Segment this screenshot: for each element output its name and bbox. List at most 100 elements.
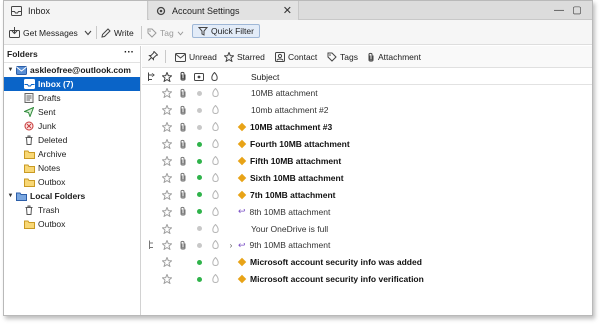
star-icon[interactable] bbox=[161, 237, 173, 254]
message-row[interactable]: 7th 10MB attachment bbox=[142, 186, 592, 203]
junk-status-icon[interactable] bbox=[210, 203, 220, 220]
get-messages-button[interactable]: Get Messages bbox=[9, 24, 78, 41]
thread-column-icon[interactable] bbox=[147, 70, 156, 83]
junk-status-icon[interactable] bbox=[210, 271, 220, 288]
junk-status-icon[interactable] bbox=[210, 119, 220, 136]
message-row[interactable]: Fifth 10MB attachment bbox=[142, 153, 592, 170]
account-row[interactable]: ▼ askleofree@outlook.com bbox=[4, 63, 140, 77]
message-row[interactable]: Your OneDrive is full bbox=[142, 220, 592, 237]
read-status-dot[interactable] bbox=[194, 271, 204, 288]
minimize-icon[interactable]: — bbox=[552, 1, 566, 20]
junk-status-icon[interactable] bbox=[210, 169, 220, 186]
read-status-dot[interactable] bbox=[194, 237, 204, 254]
tab-inbox[interactable]: Inbox bbox=[4, 1, 148, 20]
get-messages-dropdown[interactable] bbox=[84, 24, 92, 41]
message-row[interactable]: Microsoft account security info was adde… bbox=[142, 254, 592, 271]
read-status-dot[interactable] bbox=[194, 153, 204, 170]
star-icon[interactable] bbox=[161, 153, 173, 170]
star-icon[interactable] bbox=[161, 203, 173, 220]
thunderbird-window: Inbox Account Settings ✕ — ▢ Get Message… bbox=[3, 0, 593, 316]
message-row[interactable]: Microsoft account security info verifica… bbox=[142, 271, 592, 288]
read-status-dot[interactable] bbox=[194, 254, 204, 271]
read-status-dot[interactable] bbox=[194, 136, 204, 153]
read-status-dot[interactable] bbox=[194, 203, 204, 220]
star-icon[interactable] bbox=[161, 271, 173, 288]
junk-status-icon[interactable] bbox=[210, 186, 220, 203]
expand-thread-icon[interactable]: › bbox=[227, 237, 235, 254]
junk-status-icon[interactable] bbox=[210, 85, 220, 102]
tab-account-settings[interactable]: Account Settings ✕ bbox=[149, 1, 299, 20]
unread-diamond-icon bbox=[237, 258, 247, 267]
folder-item-notes[interactable]: Notes bbox=[4, 161, 140, 175]
message-row[interactable]: Fourth 10MB attachment bbox=[142, 136, 592, 153]
folder-item-outbox[interactable]: Outbox bbox=[4, 175, 140, 189]
read-status-dot[interactable] bbox=[194, 119, 204, 136]
folder-item-deleted[interactable]: Deleted bbox=[4, 133, 140, 147]
filter-tags-label: Tags bbox=[340, 52, 358, 62]
star-column-icon[interactable] bbox=[162, 70, 172, 83]
quick-filter-button[interactable]: Quick Filter bbox=[192, 24, 260, 38]
toolbar-divider bbox=[141, 26, 142, 39]
read-status-dot[interactable] bbox=[194, 102, 204, 119]
read-status-dot[interactable] bbox=[194, 186, 204, 203]
filter-contact-button[interactable]: Contact bbox=[275, 50, 317, 64]
message-row[interactable]: Sixth 10MB attachment bbox=[142, 169, 592, 186]
star-icon[interactable] bbox=[161, 254, 173, 271]
message-row[interactable]: › ↩ 9th 10MB attachment bbox=[142, 237, 592, 254]
message-row[interactable]: ↩ 8th 10MB attachment bbox=[142, 203, 592, 220]
read-status-column-icon[interactable] bbox=[194, 70, 204, 83]
close-icon[interactable]: ✕ bbox=[283, 4, 292, 17]
filter-tags-button[interactable]: Tags bbox=[327, 50, 358, 64]
folder-item-sent[interactable]: Sent bbox=[4, 105, 140, 119]
folder-item-inbox[interactable]: Inbox (7) bbox=[4, 77, 140, 91]
subject-cell: Your OneDrive is full bbox=[251, 220, 328, 237]
junk-column-icon[interactable] bbox=[210, 70, 219, 83]
folder-label: Drafts bbox=[38, 93, 61, 103]
junk-status-icon[interactable] bbox=[210, 102, 220, 119]
download-icon bbox=[9, 27, 20, 38]
star-icon[interactable] bbox=[161, 136, 173, 153]
attachment-column-icon[interactable] bbox=[179, 70, 187, 83]
read-status-dot[interactable] bbox=[194, 220, 204, 237]
folder-item-junk[interactable]: Junk bbox=[4, 119, 140, 133]
collapse-icon[interactable]: ▼ bbox=[6, 67, 15, 73]
folder-item-trash[interactable]: Trash bbox=[4, 203, 140, 217]
message-row[interactable]: 10MB attachment #3 bbox=[142, 119, 592, 136]
folder-item-local-outbox[interactable]: Outbox bbox=[4, 217, 140, 231]
local-folders-row[interactable]: ▼ Local Folders bbox=[4, 189, 140, 203]
read-status-dot[interactable] bbox=[194, 85, 204, 102]
write-button[interactable]: Write bbox=[101, 24, 134, 41]
message-row[interactable]: 10mb attachment #2 bbox=[142, 102, 592, 119]
junk-status-icon[interactable] bbox=[210, 153, 220, 170]
filter-attachment-button[interactable]: Attachment bbox=[367, 50, 421, 64]
star-icon[interactable] bbox=[161, 119, 173, 136]
junk-status-icon[interactable] bbox=[210, 254, 220, 271]
folders-menu-button[interactable]: ··· bbox=[124, 47, 134, 58]
subject-text: 10MB attachment bbox=[251, 88, 318, 99]
tag-button[interactable]: Tag bbox=[147, 24, 184, 41]
filter-unread-button[interactable]: Unread bbox=[175, 50, 217, 64]
star-icon[interactable] bbox=[161, 85, 173, 102]
junk-status-icon[interactable] bbox=[210, 237, 220, 254]
unread-dot-icon bbox=[196, 192, 202, 198]
junk-status-icon[interactable] bbox=[210, 136, 220, 153]
message-row[interactable]: 10MB attachment bbox=[142, 85, 592, 102]
filter-starred-button[interactable]: Starred bbox=[224, 50, 265, 64]
inbox-icon bbox=[11, 5, 22, 16]
star-icon[interactable] bbox=[161, 169, 173, 186]
star-icon[interactable] bbox=[161, 186, 173, 203]
subject-column-header[interactable]: Subject bbox=[251, 70, 279, 83]
collapse-icon[interactable]: ▼ bbox=[6, 193, 15, 199]
star-icon[interactable] bbox=[161, 220, 173, 237]
sticky-pin-button[interactable] bbox=[148, 50, 159, 64]
junk-status-icon[interactable] bbox=[210, 220, 220, 237]
chevron-down-icon bbox=[84, 28, 92, 38]
folder-item-drafts[interactable]: Drafts bbox=[4, 91, 140, 105]
folder-item-archive[interactable]: Archive bbox=[4, 147, 140, 161]
subject-text: Sixth 10MB attachment bbox=[250, 172, 344, 183]
star-icon[interactable] bbox=[161, 102, 173, 119]
maximize-icon[interactable]: ▢ bbox=[570, 1, 584, 20]
paperclip-icon bbox=[178, 153, 188, 170]
read-status-dot[interactable] bbox=[194, 169, 204, 186]
thread-icon[interactable] bbox=[147, 237, 157, 254]
